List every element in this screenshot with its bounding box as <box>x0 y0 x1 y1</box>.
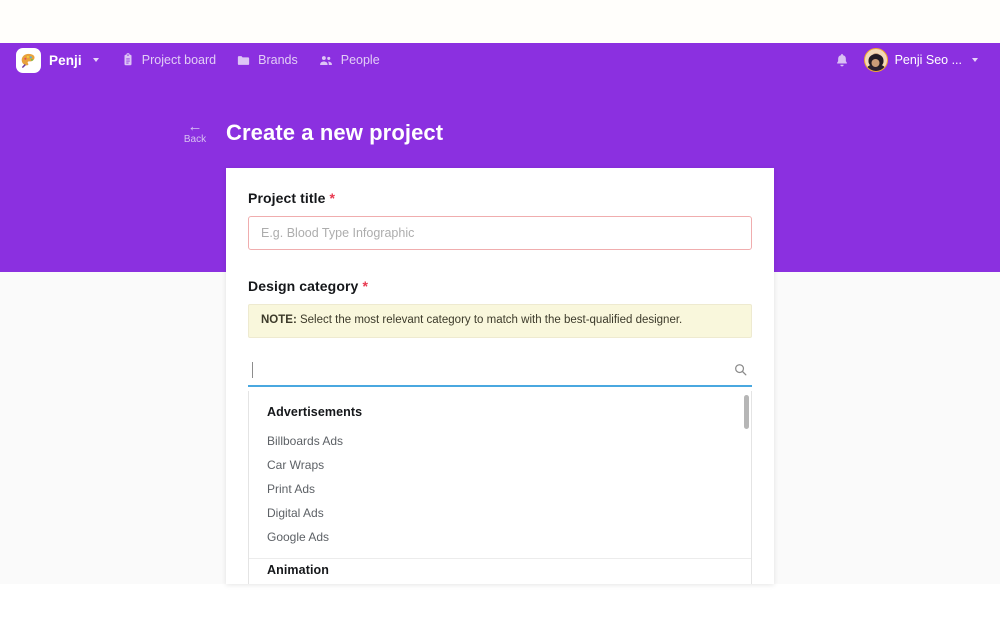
nav-item-label: People <box>340 53 380 67</box>
note-text: Select the most relevant category to mat… <box>296 314 683 326</box>
category-group: Advertisements Billboards Ads Car Wraps … <box>249 401 751 549</box>
browser-top-strip <box>0 0 1000 43</box>
chevron-down-icon <box>92 58 99 62</box>
category-option[interactable]: Google Ads <box>249 525 751 549</box>
brand-home-link[interactable]: Penji <box>16 47 99 73</box>
category-search-field[interactable] <box>248 354 752 387</box>
design-category-label: Design category * <box>248 278 752 294</box>
create-project-card: Project title * Design category * NOTE: … <box>226 168 774 584</box>
user-menu-button[interactable]: Penji Seo ... <box>863 48 978 72</box>
back-button-label: Back <box>183 134 207 145</box>
category-group: Animation 2d Animated cover photos 2d An… <box>249 559 751 584</box>
text-caret <box>252 361 253 378</box>
nav-item-label: Brands <box>258 53 298 67</box>
category-group-title: Advertisements <box>267 404 363 419</box>
category-option[interactable]: Digital Ads <box>249 501 751 525</box>
required-asterisk: * <box>329 190 336 206</box>
search-icon[interactable] <box>733 362 752 377</box>
category-dropdown-list: Advertisements Billboards Ads Car Wraps … <box>249 391 751 584</box>
category-group-title: Animation <box>267 562 330 577</box>
required-asterisk: * <box>362 278 368 294</box>
nav-links: Project board Brands People <box>121 53 380 68</box>
app-screen: Penji Project board Brands People Penji … <box>0 0 1000 630</box>
nav-item-project-board[interactable]: Project board <box>121 53 216 67</box>
arrow-left-icon: ← <box>187 118 203 135</box>
clipboard-icon <box>121 53 135 67</box>
top-navigation-bar: Penji Project board Brands People Penji … <box>0 43 1000 77</box>
nav-item-label: Project board <box>141 53 217 67</box>
dropdown-scrollbar-thumb[interactable] <box>744 394 749 429</box>
category-option[interactable]: Print Ads <box>249 477 751 501</box>
nav-item-brands[interactable]: Brands <box>236 53 298 68</box>
project-title-label: Project title * <box>248 190 752 206</box>
design-category-label-text: Design category <box>248 278 359 294</box>
category-option[interactable]: Car Wraps <box>249 453 751 477</box>
people-icon <box>318 53 334 68</box>
bell-icon[interactable] <box>834 52 850 68</box>
note-prefix: NOTE: <box>261 314 297 326</box>
page-title: Create a new project <box>226 120 444 145</box>
folder-icon <box>236 53 251 68</box>
user-name: Penji Seo ... <box>894 53 962 67</box>
palette-icon <box>16 47 41 73</box>
avatar <box>863 48 888 72</box>
project-title-label-text: Project title <box>248 190 326 206</box>
nav-item-people[interactable]: People <box>318 53 380 68</box>
category-search-input[interactable] <box>248 354 733 385</box>
project-title-input[interactable] <box>248 216 752 250</box>
category-note-banner: NOTE: Select the most relevant category … <box>248 304 752 338</box>
back-button[interactable]: ← Back <box>178 118 212 146</box>
card-content: Project title * Design category * NOTE: … <box>226 168 774 584</box>
hero-header: ← Back Create a new project <box>178 118 444 146</box>
category-option[interactable]: Billboards Ads <box>249 429 751 453</box>
chevron-down-icon <box>972 58 978 62</box>
brand-name: Penji <box>49 52 82 68</box>
category-dropdown[interactable]: Advertisements Billboards Ads Car Wraps … <box>248 390 752 584</box>
navbar-right-group: Penji Seo ... <box>834 48 984 72</box>
